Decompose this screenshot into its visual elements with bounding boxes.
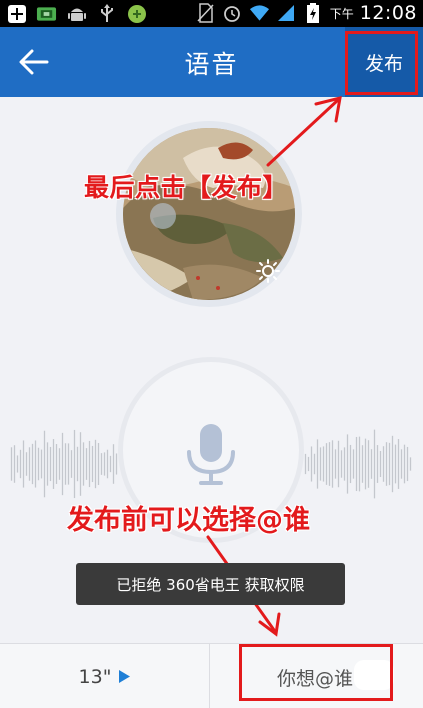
- android-icon: [66, 3, 87, 24]
- play-icon: [119, 670, 131, 683]
- publish-highlight-box: [345, 31, 418, 95]
- sun-icon[interactable]: [255, 258, 281, 284]
- battery-charging-icon: [303, 3, 324, 24]
- game-icon: [126, 3, 147, 24]
- annotation-publish-step: 最后点击【发布】: [84, 173, 289, 202]
- status-period: 下午: [329, 6, 354, 21]
- add-icon: [6, 3, 27, 24]
- no-sim-icon: [195, 3, 216, 24]
- status-bar: 下午 12:08: [0, 0, 423, 27]
- alarm-icon: [222, 3, 243, 24]
- status-time: 12:08: [359, 2, 417, 24]
- permission-toast: 已拒绝 360省电王 获取权限: [76, 563, 345, 605]
- waveform-right: [304, 429, 412, 499]
- mention-highlight-box: [239, 644, 393, 701]
- waveform-left: [10, 429, 118, 499]
- recording-duration: 13": [78, 665, 112, 688]
- usb-icon: [96, 3, 117, 24]
- wifi-icon: [249, 3, 270, 24]
- play-recording-button[interactable]: 13": [0, 644, 210, 708]
- usb-debug-icon: [36, 3, 57, 24]
- annotation-mention-step: 发布前可以选择@谁: [67, 505, 310, 536]
- signal-icon: [276, 3, 297, 24]
- microphone-icon: [187, 424, 235, 485]
